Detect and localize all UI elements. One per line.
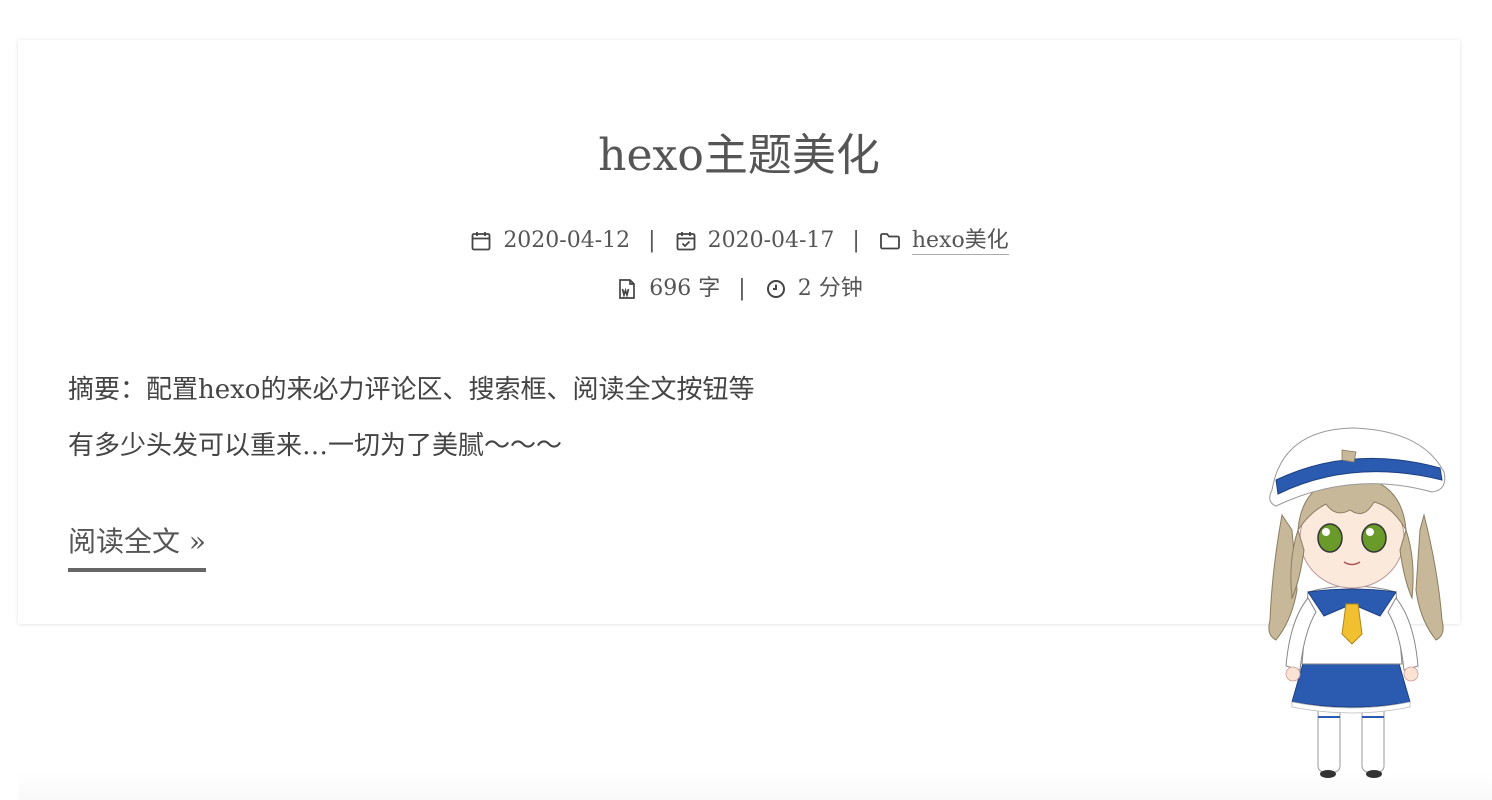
word-count-text: 696 字 [649,276,721,301]
file-word-icon [615,277,639,301]
excerpt-line: 摘要：配置hexo的来必力评论区、搜索框、阅读全文按钮等 [68,375,755,405]
category-link[interactable]: hexo美化 [911,228,1009,255]
updated-date-text: 2020-04-17 [707,228,835,253]
clock-icon [764,277,788,301]
excerpt-line: 有多少头发可以重来…一切为了美腻～～～ [68,431,563,461]
page: hexo主题美化 2020-04-12 | 2020-04-17 | hexo美… [0,0,1492,800]
calendar-check-icon [674,229,698,253]
word-count: 696 字 [615,274,720,304]
calendar-icon [469,229,493,253]
category: hexo美化 [878,228,1009,255]
folder-icon [878,229,902,253]
meta-separator: | [852,228,860,253]
created-date-text: 2020-04-12 [503,228,631,253]
post-meta-stats: 696 字 | 2 分钟 [18,274,1460,304]
post-card: hexo主题美化 2020-04-12 | 2020-04-17 | hexo美… [18,40,1460,624]
read-time: 2 分钟 [764,274,863,304]
post-meta-dates: 2020-04-12 | 2020-04-17 | hexo美化 [18,226,1460,256]
meta-separator: | [738,276,746,301]
read-time-text: 2 分钟 [797,276,863,301]
live2d-mascot[interactable] [1252,420,1462,782]
read-more-button[interactable]: 阅读全文 » [68,522,207,572]
post-title[interactable]: hexo主题美化 [18,126,1460,186]
created-date: 2020-04-12 [469,226,630,256]
updated-date: 2020-04-17 [674,226,835,256]
meta-separator: | [648,228,656,253]
post-excerpt: 摘要：配置hexo的来必力评论区、搜索框、阅读全文按钮等 有多少头发可以重来…一… [68,362,754,474]
